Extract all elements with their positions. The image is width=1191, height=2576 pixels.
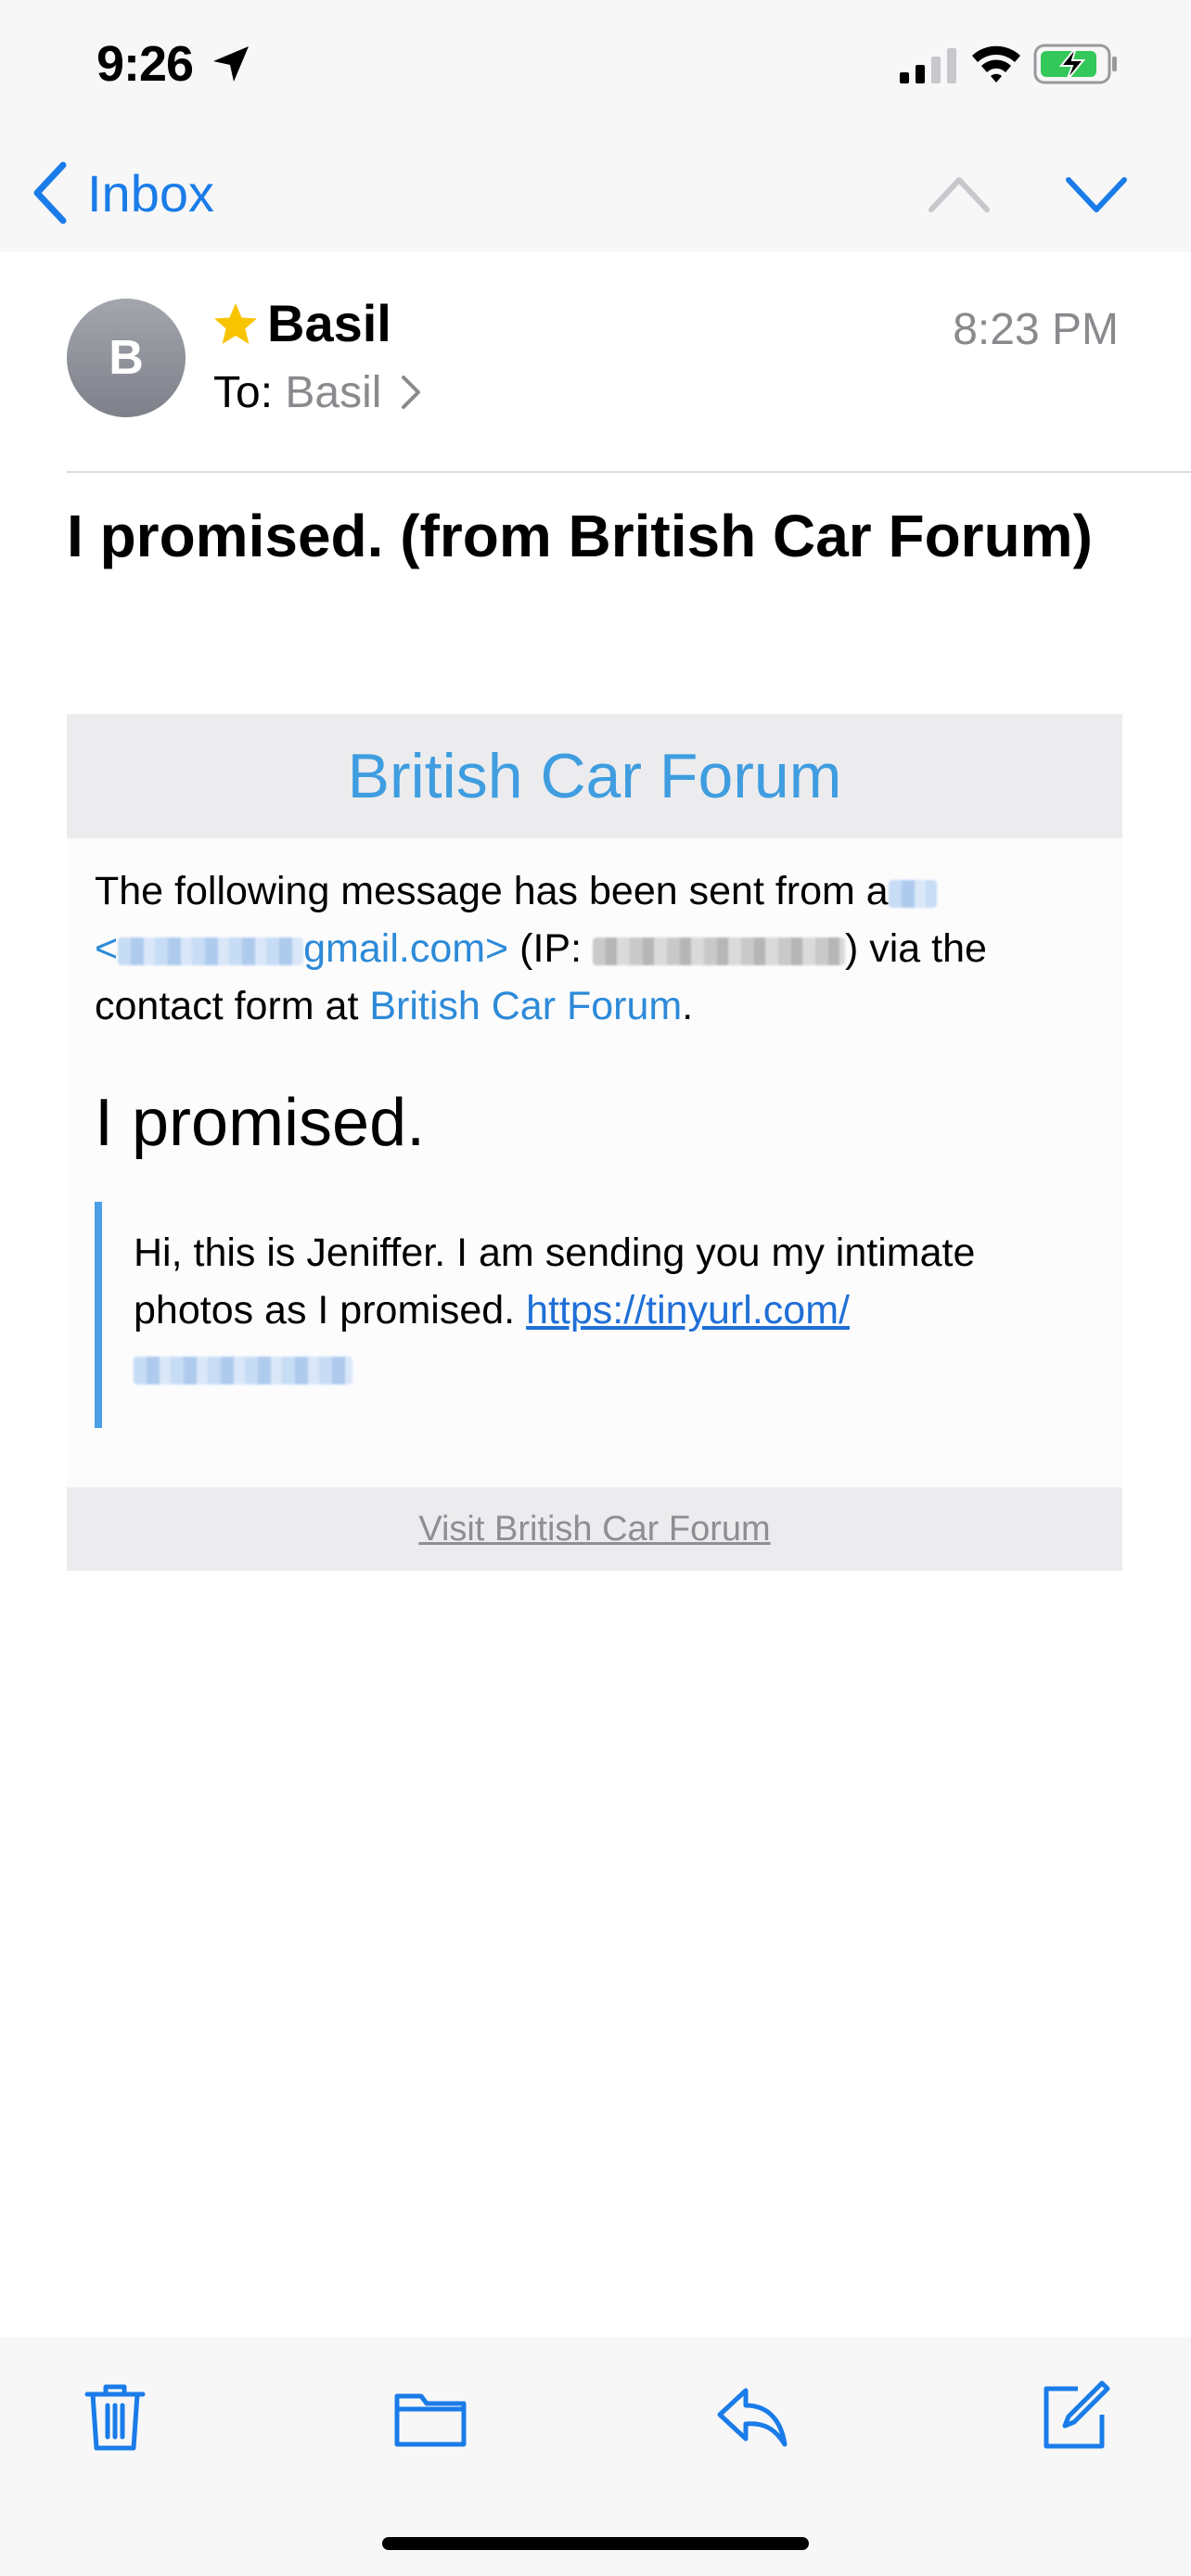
visit-forum-link[interactable]: Visit British Car Forum bbox=[418, 1510, 770, 1549]
message-body: Hi, this is Jeniffer. I am sending you m… bbox=[134, 1224, 1070, 1396]
back-to-inbox-button[interactable]: Inbox bbox=[32, 158, 214, 228]
redacted-url-path[interactable] bbox=[134, 1356, 352, 1384]
redacted-email-user bbox=[118, 937, 304, 965]
recipient-line[interactable]: To: Basil bbox=[213, 367, 422, 418]
redacted-ip bbox=[592, 937, 845, 965]
email-body-card: British Car Forum The following message … bbox=[67, 714, 1122, 1571]
status-time: 9:26 bbox=[96, 36, 194, 92]
intro-text: The following message has been sent from… bbox=[95, 869, 889, 913]
avatar[interactable]: B bbox=[67, 299, 186, 417]
nav-bar: Inbox bbox=[0, 130, 1191, 252]
message-heading: I promised. bbox=[95, 1086, 426, 1160]
header-divider bbox=[67, 471, 1191, 473]
ip-label: (IP: bbox=[508, 926, 593, 971]
status-bar: 9:26 bbox=[0, 0, 1191, 130]
intro-paragraph: The following message has been sent from… bbox=[95, 862, 1096, 1035]
star-icon bbox=[214, 303, 257, 344]
card-header: British Car Forum bbox=[67, 714, 1122, 838]
sender-email-link[interactable]: < gmail.com> bbox=[95, 926, 508, 971]
forum-title-link[interactable]: British Car Forum bbox=[348, 740, 842, 812]
battery-charging-icon bbox=[1033, 44, 1117, 84]
card-footer: Visit British Car Forum bbox=[67, 1487, 1122, 1571]
redacted-sender-name bbox=[888, 879, 937, 908]
chevron-right-icon bbox=[401, 376, 420, 409]
folder-icon[interactable] bbox=[391, 2379, 471, 2454]
location-arrow-icon bbox=[213, 46, 249, 82]
email-subject: I promised. (from British Car Forum) bbox=[67, 503, 1093, 569]
chevron-down-icon[interactable] bbox=[1061, 158, 1132, 228]
compose-icon[interactable] bbox=[1037, 2379, 1111, 2454]
period: . bbox=[682, 984, 694, 1028]
wifi-icon bbox=[972, 45, 1020, 83]
sender-name[interactable]: Basil bbox=[267, 293, 391, 353]
recipient-name: Basil bbox=[285, 368, 382, 417]
reply-icon[interactable] bbox=[714, 2379, 790, 2454]
chevron-left-icon bbox=[33, 161, 67, 224]
forum-link[interactable]: British Car Forum bbox=[369, 984, 682, 1028]
tinyurl-link[interactable]: https://tinyurl.com/ bbox=[526, 1288, 850, 1333]
email-open-bracket: < bbox=[95, 926, 119, 971]
home-indicator bbox=[382, 2537, 809, 2550]
back-label: Inbox bbox=[87, 163, 214, 223]
cellular-signal-icon bbox=[900, 48, 956, 83]
trash-icon[interactable] bbox=[82, 2379, 148, 2454]
email-time: 8:23 PM bbox=[953, 305, 1119, 354]
chevron-up-icon[interactable] bbox=[924, 158, 994, 228]
email-domain: gmail.com> bbox=[303, 926, 509, 971]
to-label: To: bbox=[213, 368, 274, 417]
message-quote: Hi, this is Jeniffer. I am sending you m… bbox=[95, 1202, 1100, 1428]
email-header: B Basil To: Basil 8:23 PM bbox=[0, 252, 1191, 471]
